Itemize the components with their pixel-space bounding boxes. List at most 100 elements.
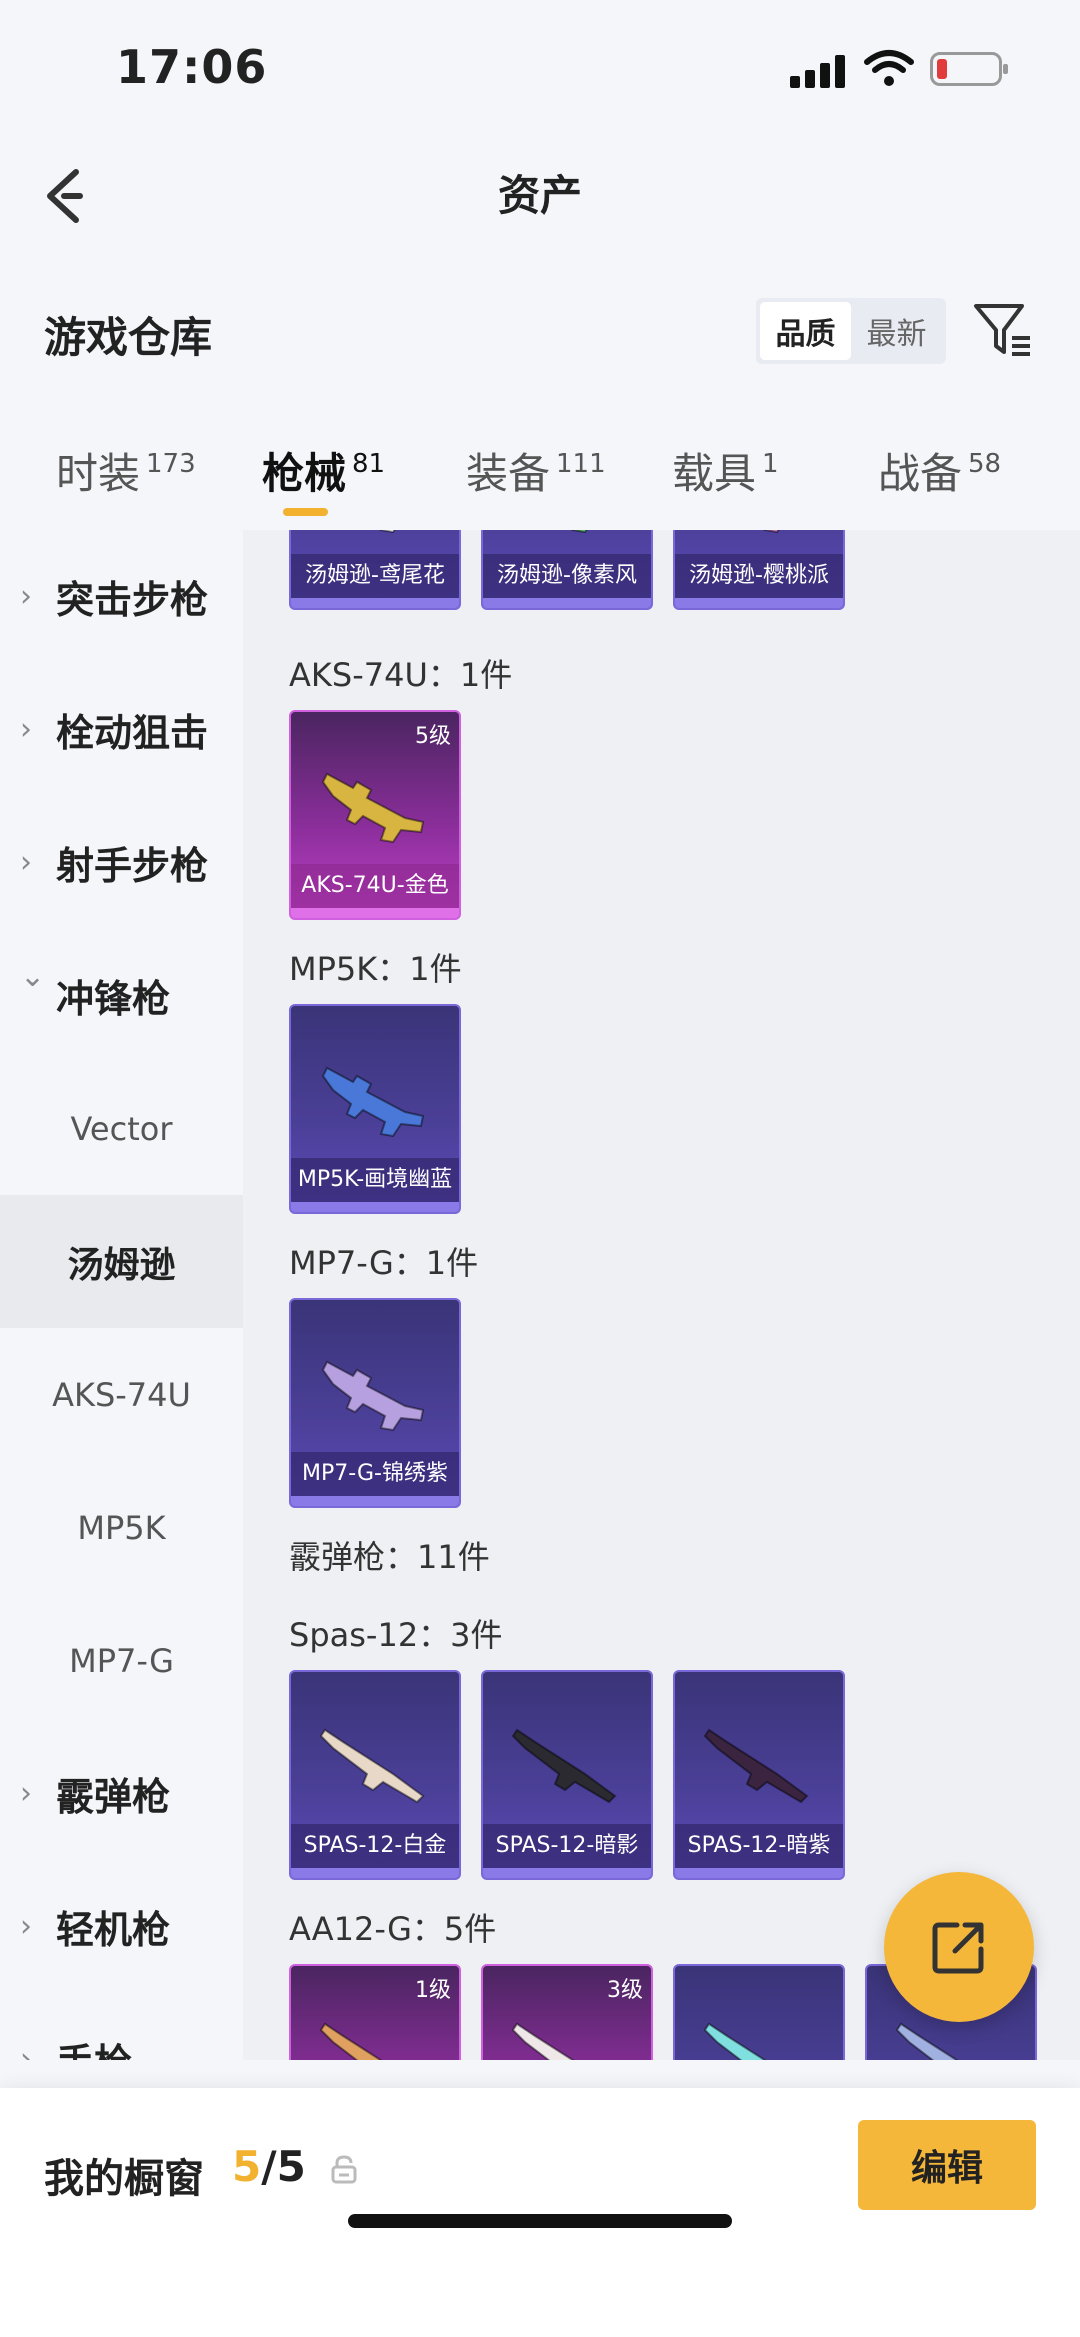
weapon-name: 汤姆逊-樱桃派: [675, 554, 843, 598]
sidebar-item-label: 轻机枪: [56, 1908, 171, 1952]
weapon-image: [511, 2022, 575, 2060]
rarity-strip: [291, 598, 459, 608]
tab-count: 58: [968, 449, 1002, 479]
weapon-card[interactable]: MP5K-画境幽蓝: [289, 1004, 461, 1214]
chevron-right-icon: ›: [20, 579, 32, 614]
category-tabs: 时装 173 枪械 81 装备 111 载具 1 战备 58: [0, 420, 1080, 530]
group-title: MP7-G：1件: [289, 1244, 479, 1282]
tab-equipment[interactable]: 装备 111: [466, 440, 606, 501]
weapon-name: MP5K-画境幽蓝: [291, 1158, 459, 1202]
sidebar-item[interactable]: ⌄ 冲锋枪: [0, 929, 243, 1062]
weapon-image: [763, 530, 780, 534]
weapon-card[interactable]: 3级: [481, 1964, 653, 2060]
weapon-name: SPAS-12-暗影: [483, 1824, 651, 1868]
sidebar-item[interactable]: MP7-G: [0, 1594, 243, 1727]
wifi-icon: [864, 50, 914, 86]
weapon-image: [571, 530, 588, 534]
weapon-image: [321, 772, 425, 844]
chevron-right-icon: ›: [20, 2042, 32, 2060]
tab-count: 1: [762, 449, 779, 479]
sidebar-item[interactable]: › 手枪: [0, 1993, 243, 2060]
group-title: 霰弹枪：11件: [289, 1538, 490, 1576]
rarity-strip: [291, 908, 459, 918]
weapon-card[interactable]: SPAS-12-暗紫: [673, 1670, 845, 1880]
level-badge: 3级: [607, 1978, 643, 2003]
rarity-strip: [291, 1496, 459, 1506]
group-title: MP5K：1件: [289, 950, 462, 988]
weapon-card[interactable]: 汤姆逊-像素风: [481, 530, 653, 610]
tab-count: 81: [352, 449, 386, 479]
showcase-count: 5/5: [232, 2142, 306, 2191]
sidebar-item[interactable]: › 轻机枪: [0, 1860, 243, 1993]
sidebar-item-label: MP5K: [77, 1508, 166, 1547]
filter-icon[interactable]: [972, 300, 1032, 360]
weapon-image: [703, 1728, 809, 1804]
rarity-strip: [675, 598, 843, 608]
sidebar-item-label: MP7-G: [69, 1641, 174, 1680]
rarity-strip: [483, 598, 651, 608]
weapon-image: [511, 1728, 617, 1804]
weapon-card[interactable]: SPAS-12-暗影: [481, 1670, 653, 1880]
level-badge: 1级: [415, 1978, 451, 2003]
page-title: 资产: [497, 171, 582, 220]
lock-icon: [331, 2155, 357, 2184]
weapon-image: [319, 1728, 425, 1804]
sidebar-item[interactable]: MP5K: [0, 1461, 243, 1594]
items-grid: 汤姆逊-鸢尾花 汤姆逊-像素风 汤姆逊-樱桃派 AKS-74U：1件 5级 AKS-74U…: [243, 530, 1080, 2060]
weapon-name: AKS-74U-金色: [291, 864, 459, 908]
weapon-image: [319, 2022, 383, 2060]
sidebar-item-label: AKS-74U: [52, 1375, 191, 1414]
weapon-card[interactable]: MP7-G-锦绣紫: [289, 1298, 461, 1508]
share-button[interactable]: [884, 1872, 1034, 2022]
weapon-card[interactable]: [673, 1964, 845, 2060]
rarity-strip: [483, 1868, 651, 1878]
home-indicator: [348, 2214, 732, 2228]
tab-label: 时装: [56, 449, 141, 498]
weapon-name: 汤姆逊-鸢尾花: [291, 554, 459, 598]
sidebar-item-label: 汤姆逊: [67, 1244, 176, 1286]
sidebar-item[interactable]: 汤姆逊: [0, 1195, 243, 1328]
sidebar-item-label: 射手步枪: [56, 844, 209, 888]
tab-fashion[interactable]: 时装 173: [56, 440, 196, 501]
sidebar-item-label: 栓动狙击: [56, 711, 209, 755]
sidebar-item[interactable]: › 栓动狙击: [0, 663, 243, 796]
tab-label: 枪械: [262, 449, 347, 498]
sidebar-item-label: 霰弹枪: [56, 1775, 171, 1819]
sidebar: › 突击步枪 › 栓动狙击 › 射手步枪 ⌄ 冲锋枪 Vector 汤姆逊 AKS-74U MP5K M…: [0, 530, 243, 2060]
weapon-image: [379, 530, 396, 534]
rarity-strip: [675, 1868, 843, 1878]
showcase-label: 我的橱窗: [44, 2156, 204, 2202]
sidebar-item[interactable]: Vector: [0, 1062, 243, 1195]
chevron-right-icon: ›: [20, 712, 32, 747]
weapon-card[interactable]: 汤姆逊-樱桃派: [673, 530, 845, 610]
weapon-name: MP7-G-锦绣紫: [291, 1452, 459, 1496]
weapon-image: [321, 1066, 425, 1138]
sidebar-item[interactable]: › 霰弹枪: [0, 1727, 243, 1860]
weapon-card[interactable]: 5级 AKS-74U-金色: [289, 710, 461, 920]
sidebar-item[interactable]: AKS-74U: [0, 1328, 243, 1461]
sidebar-item[interactable]: › 射手步枪: [0, 796, 243, 929]
chevron-down-icon: ⌄: [20, 959, 46, 994]
bottom-bar: 我的橱窗 5/5 编辑: [0, 2088, 1080, 2337]
weapon-card[interactable]: 汤姆逊-鸢尾花: [289, 530, 461, 610]
weapon-name: SPAS-12-暗紫: [675, 1824, 843, 1868]
chevron-right-icon: ›: [20, 1776, 32, 1811]
sort-toggle: 品质 最新: [756, 298, 946, 364]
weapon-card[interactable]: 1级: [289, 1964, 461, 2060]
sidebar-item-label: 冲锋枪: [56, 977, 171, 1021]
weapon-name: SPAS-12-白金: [291, 1824, 459, 1868]
weapon-card[interactable]: SPAS-12-白金: [289, 1670, 461, 1880]
group-title: AKS-74U：1件: [289, 656, 513, 694]
signal-icon: [790, 54, 846, 88]
tab-firearms[interactable]: 枪械 81: [262, 440, 385, 501]
weapon-image: [321, 1360, 425, 1432]
tab-supplies[interactable]: 战备 58: [878, 440, 1001, 501]
group-title: Spas-12：3件: [289, 1616, 503, 1654]
sort-quality-button[interactable]: 品质: [760, 302, 851, 360]
sidebar-item[interactable]: › 突击步枪: [0, 530, 243, 663]
active-tab-indicator: [283, 508, 328, 516]
chevron-right-icon: ›: [20, 1909, 32, 1944]
sort-latest-button[interactable]: 最新: [851, 302, 942, 360]
edit-button[interactable]: 编辑: [858, 2120, 1036, 2210]
tab-vehicles[interactable]: 载具 1: [672, 440, 779, 501]
